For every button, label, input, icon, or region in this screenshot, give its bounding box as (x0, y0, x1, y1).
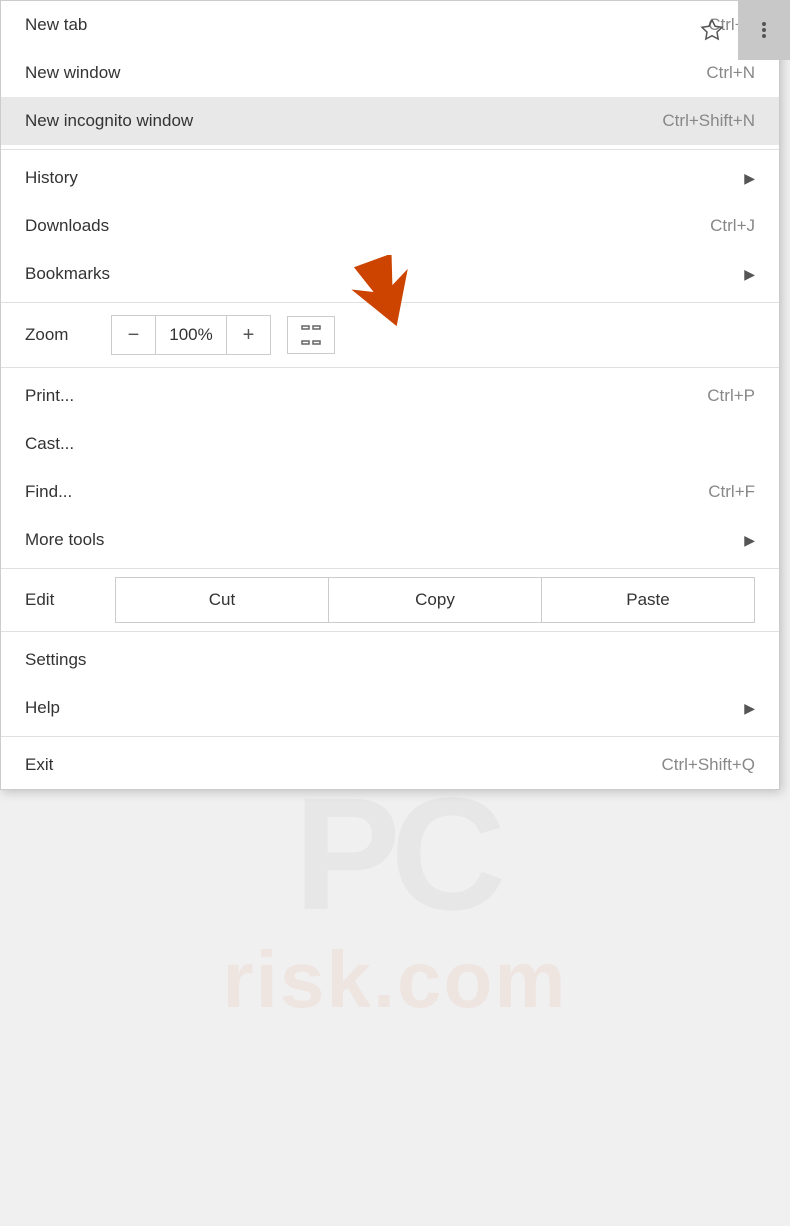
menu-item-help-arrow: ▶ (744, 700, 755, 717)
three-dots-icon (754, 20, 774, 40)
menu-item-bookmarks-label: Bookmarks (25, 264, 110, 284)
menu-item-find[interactable]: Find... Ctrl+F (1, 468, 779, 516)
menu-item-help[interactable]: Help ▶ (1, 684, 779, 732)
zoom-increase-button[interactable]: + (226, 316, 270, 354)
menu-item-new-incognito-window[interactable]: New incognito window Ctrl+Shift+N (1, 97, 779, 145)
menu-item-find-label: Find... (25, 482, 72, 502)
cut-button[interactable]: Cut (116, 578, 329, 622)
menu-item-exit-shortcut: Ctrl+Shift+Q (661, 755, 755, 775)
zoom-label: Zoom (25, 325, 95, 345)
divider-3 (1, 367, 779, 368)
menu-item-bookmarks[interactable]: Bookmarks ▶ (1, 250, 779, 298)
menu-item-downloads-shortcut: Ctrl+J (710, 216, 755, 236)
menu-item-new-window-shortcut: Ctrl+N (706, 63, 755, 83)
menu-item-history-label: History (25, 168, 78, 188)
menu-item-more-tools[interactable]: More tools ▶ (1, 516, 779, 564)
paste-button[interactable]: Paste (542, 578, 754, 622)
zoom-row: Zoom − 100% + (1, 307, 779, 363)
menu-item-new-incognito-window-shortcut: Ctrl+Shift+N (662, 111, 755, 131)
edit-label: Edit (25, 590, 115, 610)
menu-item-settings[interactable]: Settings (1, 636, 779, 684)
zoom-controls: − 100% + (111, 315, 271, 355)
copy-button[interactable]: Copy (329, 578, 542, 622)
menu-item-bookmarks-arrow: ▶ (744, 266, 755, 283)
divider-4 (1, 568, 779, 569)
menu-item-more-tools-label: More tools (25, 530, 104, 550)
menu-item-settings-label: Settings (25, 650, 86, 670)
menu-item-new-window-label: New window (25, 63, 120, 83)
menu-item-help-label: Help (25, 698, 60, 718)
menu-item-exit-label: Exit (25, 755, 53, 775)
bookmark-star-button[interactable] (686, 0, 738, 60)
menu-item-cast-label: Cast... (25, 434, 74, 454)
zoom-fullscreen-button[interactable] (287, 316, 335, 354)
edit-row: Edit Cut Copy Paste (1, 573, 779, 627)
menu-item-exit[interactable]: Exit Ctrl+Shift+Q (1, 741, 779, 789)
edit-buttons-group: Cut Copy Paste (115, 577, 755, 623)
menu-item-print-shortcut: Ctrl+P (707, 386, 755, 406)
menu-item-print-label: Print... (25, 386, 74, 406)
divider-5 (1, 631, 779, 632)
menu-item-history-arrow: ▶ (744, 170, 755, 187)
star-icon (700, 18, 724, 42)
watermark-risk: risk.com (222, 934, 567, 1026)
zoom-decrease-button[interactable]: − (112, 316, 156, 354)
chrome-menu-button[interactable] (738, 0, 790, 60)
menu-item-downloads[interactable]: Downloads Ctrl+J (1, 202, 779, 250)
menu-item-more-tools-arrow: ▶ (744, 532, 755, 549)
menu-item-downloads-label: Downloads (25, 216, 109, 236)
menu-item-print[interactable]: Print... Ctrl+P (1, 372, 779, 420)
top-bar (0, 0, 790, 60)
divider-6 (1, 736, 779, 737)
menu-item-history[interactable]: History ▶ (1, 154, 779, 202)
menu-item-cast[interactable]: Cast... (1, 420, 779, 468)
menu-item-find-shortcut: Ctrl+F (708, 482, 755, 502)
divider-2 (1, 302, 779, 303)
chrome-context-menu: New tab Ctrl+T New window Ctrl+N New inc… (0, 0, 780, 790)
divider-1 (1, 149, 779, 150)
fullscreen-icon (300, 324, 322, 346)
menu-item-new-incognito-window-label: New incognito window (25, 111, 193, 131)
zoom-value-display: 100% (156, 316, 226, 354)
